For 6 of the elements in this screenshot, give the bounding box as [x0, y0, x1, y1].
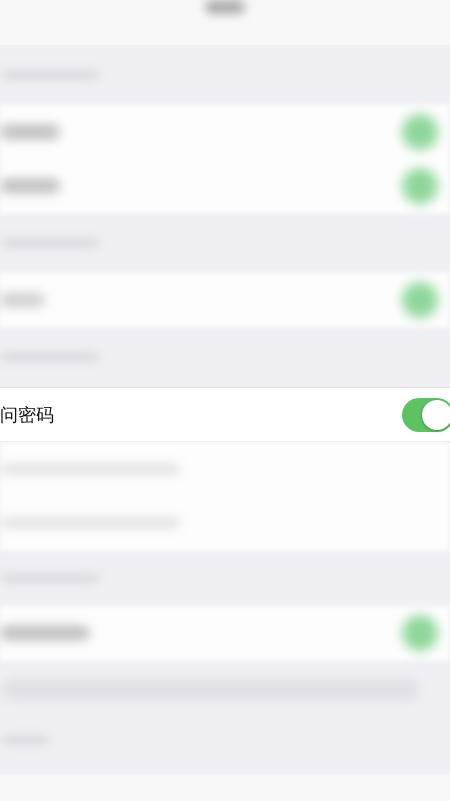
setting-label: 问密码: [0, 404, 54, 426]
blurred-text: [0, 179, 60, 193]
blurred-title: [205, 0, 245, 14]
blurred-text: [0, 293, 45, 307]
blurred-text: [0, 125, 60, 139]
toggle-switch[interactable]: [402, 398, 450, 432]
